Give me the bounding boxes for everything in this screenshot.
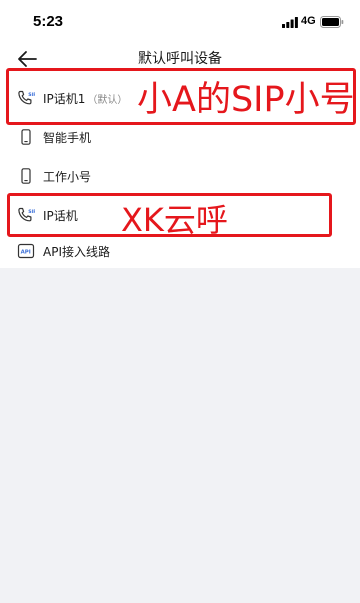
status-bar: 5:23 4G: [0, 0, 360, 44]
list-item-work-number[interactable]: 工作小号: [0, 156, 360, 194]
signal-strength-icon: [282, 17, 298, 28]
list-item-label: 智能手机: [43, 131, 92, 145]
status-time: 5:23: [33, 13, 64, 30]
svg-text:API: API: [21, 250, 31, 256]
network-type-label: 4G: [301, 15, 316, 27]
battery-icon: [320, 16, 344, 28]
annotation-text-second: XK云呼: [121, 201, 228, 239]
screen: 5:23 4G 默认呼叫设备 SIP IP话机1 （默认） 智能手机 工作小号 …: [0, 0, 360, 603]
page-title: 默认呼叫设备: [138, 51, 222, 67]
smartphone-icon: [21, 129, 31, 145]
annotation-text-first: 小A的SIP小号: [137, 80, 355, 120]
list-item-label: 工作小号: [43, 170, 92, 184]
mobile-phone-icon: [21, 168, 31, 184]
api-icon: API: [17, 243, 35, 259]
list-item-label: API接入线路: [43, 245, 110, 259]
